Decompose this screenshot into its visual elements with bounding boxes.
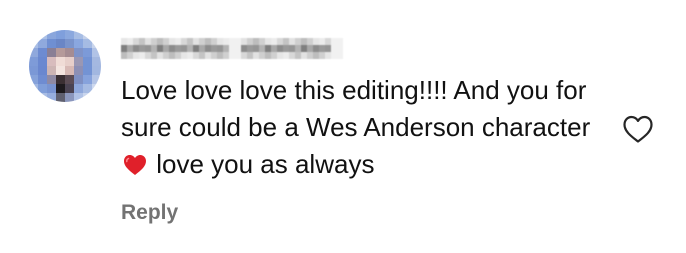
comment-text: Love love love this editing!!!! And you … [121, 72, 611, 183]
comment-text-part-2: love you as always [149, 149, 375, 179]
red-heart-emoji [124, 155, 146, 175]
comment: Love love love this editing!!!! And you … [0, 0, 686, 253]
username-blurred[interactable] [121, 38, 343, 60]
comment-text-part-1: Love love love this editing!!!! And you … [121, 75, 591, 142]
avatar[interactable] [29, 30, 101, 102]
reply-button[interactable]: Reply [121, 201, 178, 225]
heart-outline-icon[interactable] [622, 114, 654, 144]
